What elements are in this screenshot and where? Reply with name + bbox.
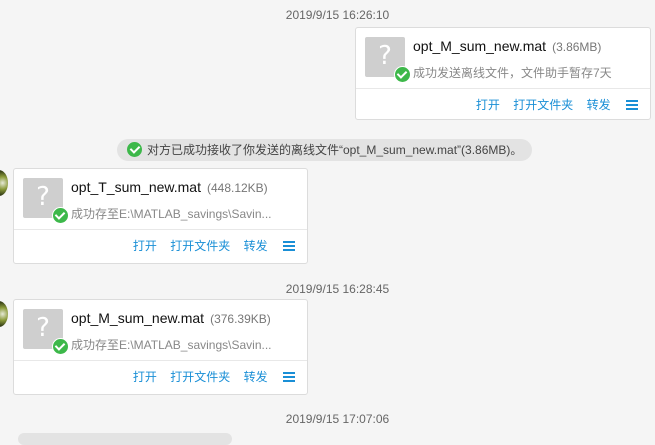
file-icon[interactable]: ? — [23, 178, 69, 224]
file-status: 成功存至E:\MATLAB_savings\Savin... — [71, 338, 272, 352]
divider — [14, 229, 307, 230]
divider — [14, 360, 307, 361]
file-status: 成功存至E:\MATLAB_savings\Savin... — [71, 207, 272, 221]
notice-text: 对方已成功接收了你发送的离线文件“opt_M_sum_new.mat”(3.86… — [147, 143, 523, 157]
file-name: opt_T_sum_new.mat — [71, 179, 201, 195]
file-actions: 打开 打开文件夹 转发 — [123, 237, 295, 254]
file-actions: 打开 打开文件夹 转发 — [123, 368, 295, 385]
check-circle-icon — [52, 207, 69, 224]
forward-button[interactable]: 转发 — [587, 98, 611, 112]
partial-message-bubble — [18, 433, 232, 445]
file-size: (448.12KB) — [206, 181, 268, 195]
open-button[interactable]: 打开 — [476, 98, 500, 112]
timestamp: 2019/9/15 16:28:45 — [285, 282, 390, 296]
check-circle-icon — [394, 66, 411, 83]
divider — [356, 88, 650, 89]
file-icon[interactable]: ? — [365, 37, 411, 83]
hamburger-menu-icon[interactable] — [283, 241, 295, 251]
avatar[interactable] — [0, 301, 8, 327]
timestamp: 2019/9/15 17:07:06 — [285, 412, 390, 426]
open-button[interactable]: 打开 — [133, 239, 157, 253]
file-size: (376.39KB) — [210, 312, 271, 326]
hamburger-menu-icon[interactable] — [626, 100, 638, 110]
file-name: opt_M_sum_new.mat — [71, 310, 205, 326]
forward-button[interactable]: 转发 — [244, 239, 268, 253]
check-circle-icon — [127, 142, 142, 157]
file-size: (3.86MB) — [552, 40, 602, 54]
forward-button[interactable]: 转发 — [244, 370, 268, 384]
open-folder-button[interactable]: 打开文件夹 — [170, 239, 230, 253]
system-notice: 对方已成功接收了你发送的离线文件“opt_M_sum_new.mat”(3.86… — [117, 139, 533, 161]
hamburger-menu-icon[interactable] — [283, 372, 295, 382]
avatar[interactable] — [0, 170, 8, 196]
file-actions: 打开 打开文件夹 转发 — [466, 96, 638, 113]
file-name: opt_M_sum_new.mat — [413, 38, 547, 54]
timestamp: 2019/9/15 16:26:10 — [285, 8, 390, 22]
file-message-card: ? opt_M_sum_new.mat (376.39KB) 成功存至E:\MAT… — [13, 299, 308, 395]
open-button[interactable]: 打开 — [133, 370, 157, 384]
file-message-card: ? opt_M_sum_new.mat (3.86MB) 成功发送离线文件，文件助… — [355, 27, 651, 120]
file-status: 成功发送离线文件，文件助手暂存7天 — [413, 66, 612, 80]
check-circle-icon — [52, 338, 69, 355]
open-folder-button[interactable]: 打开文件夹 — [170, 370, 230, 384]
file-icon[interactable]: ? — [23, 309, 69, 355]
open-folder-button[interactable]: 打开文件夹 — [513, 98, 573, 112]
file-message-card: ? opt_T_sum_new.mat (448.12KB) 成功存至E:\MAT… — [13, 168, 308, 264]
